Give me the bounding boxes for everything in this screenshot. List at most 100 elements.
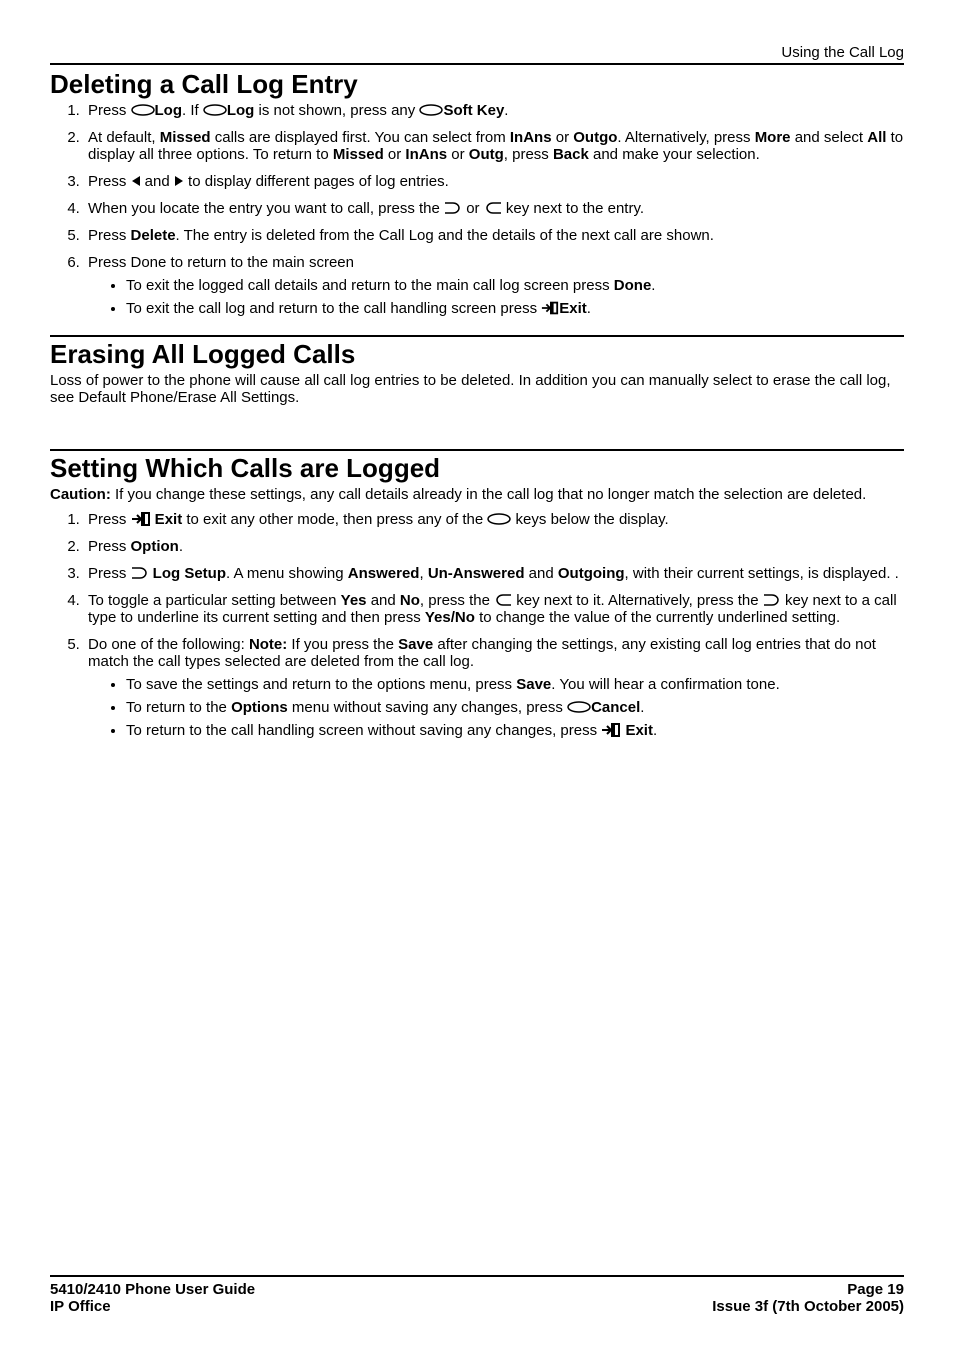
step: Press and to display different pages of … (84, 173, 904, 190)
text: . (651, 277, 655, 294)
text: Caution: (50, 486, 111, 503)
text: No (400, 592, 420, 609)
text: menu without saving any changes, press (288, 699, 567, 716)
right-triangle-icon (174, 175, 184, 187)
left-half-key-icon (484, 202, 502, 214)
footer-page: Page 19 (712, 1281, 904, 1298)
text: . If (182, 102, 203, 119)
text: Back (553, 146, 589, 163)
text: Press (88, 227, 131, 244)
softkey-icon (419, 104, 443, 116)
text: Answered (348, 565, 420, 582)
section-title-erasing: Erasing All Logged Calls (50, 339, 904, 370)
text: At default, (88, 129, 160, 146)
text: . Alternatively, press (617, 129, 754, 146)
text: and (525, 565, 558, 582)
text: All (867, 129, 886, 146)
section-title-deleting: Deleting a Call Log Entry (50, 69, 904, 100)
paragraph: Loss of power to the phone will cause al… (50, 372, 904, 406)
page-footer: 5410/2410 Phone User Guide IP Office Pag… (50, 1275, 904, 1315)
text: Save (516, 676, 551, 693)
text: Outgo (573, 129, 617, 146)
text: , press the (420, 592, 494, 609)
text: If you change these settings, any call d… (111, 486, 866, 503)
step: Do one of the following: Note: If you pr… (84, 636, 904, 739)
right-half-key-icon (763, 594, 781, 606)
text: is not shown, press any (254, 102, 419, 119)
setting-steps: Press Exit to exit any other mode, then … (84, 511, 904, 739)
text: When you locate the entry you want to ca… (88, 200, 444, 217)
text: InAns (510, 129, 552, 146)
text: . (504, 102, 508, 119)
text: and make your selection. (589, 146, 760, 163)
list-item: To exit the call log and return to the c… (126, 300, 904, 317)
text: Option (131, 538, 179, 555)
text: InAns (405, 146, 447, 163)
substeps: To save the settings and return to the o… (126, 676, 904, 739)
text: Outgoing (558, 565, 625, 582)
text: To return to the (126, 699, 231, 716)
text: calls are displayed first. You can selec… (211, 129, 510, 146)
list-item: To exit the logged call details and retu… (126, 277, 904, 294)
text: Save (398, 636, 433, 653)
section-title-setting: Setting Which Calls are Logged (50, 453, 904, 484)
text: . You will hear a confirmation tone. (551, 676, 779, 693)
chapter-header: Using the Call Log (50, 44, 904, 65)
step: Press Log. If Log is not shown, press an… (84, 102, 904, 119)
text: More (755, 129, 791, 146)
footer-right: Page 19 Issue 3f (7th October 2005) (712, 1281, 904, 1315)
softkey-icon (567, 701, 591, 713)
text: Press Done to return to the main screen (88, 254, 354, 271)
text: and (367, 592, 400, 609)
text: or (447, 146, 469, 163)
step: Press Done to return to the main screen … (84, 254, 904, 317)
deleting-steps: Press Log. If Log is not shown, press an… (84, 102, 904, 317)
text: Yes (341, 592, 367, 609)
text: Log (227, 102, 255, 119)
text: To exit the logged call details and retu… (126, 277, 614, 294)
step: Press Delete. The entry is deleted from … (84, 227, 904, 244)
right-half-key-icon (444, 202, 462, 214)
text: . (640, 699, 644, 716)
text: Options (231, 699, 288, 716)
left-half-key-icon (494, 594, 512, 606)
text: . The entry is deleted from the Call Log… (176, 227, 714, 244)
step: Press Log Setup. A menu showing Answered… (84, 565, 904, 582)
exit-icon (131, 512, 151, 526)
text: . (587, 300, 591, 317)
text: To return to the call handling screen wi… (126, 722, 601, 739)
left-triangle-icon (131, 175, 141, 187)
text: to display different pages of log entrie… (184, 173, 449, 190)
text: Do one of the following: (88, 636, 249, 653)
step: At default, Missed calls are displayed f… (84, 129, 904, 163)
text: Exit (621, 722, 653, 739)
text: , press (504, 146, 553, 163)
list-item: To return to the call handling screen wi… (126, 722, 904, 739)
text: keys below the display. (511, 511, 668, 528)
text: or (462, 200, 484, 217)
text: Press (88, 538, 131, 555)
text: , with their current settings, is displa… (625, 565, 899, 582)
substeps: To exit the logged call details and retu… (126, 277, 904, 317)
text: . (653, 722, 657, 739)
step: To toggle a particular setting between Y… (84, 592, 904, 626)
text: to exit any other mode, then press any o… (182, 511, 487, 528)
text: Missed (160, 129, 211, 146)
text: and (141, 173, 174, 190)
text: Soft Key (443, 102, 504, 119)
text: To save the settings and return to the o… (126, 676, 516, 693)
step: Press Option. (84, 538, 904, 555)
text: Missed (333, 146, 384, 163)
text: Delete (131, 227, 176, 244)
text: . (179, 538, 183, 555)
text: Log Setup (149, 565, 227, 582)
exit-icon (601, 723, 621, 737)
softkey-icon (131, 104, 155, 116)
text: Done (614, 277, 652, 294)
text: To toggle a particular setting between (88, 592, 341, 609)
footer-left: 5410/2410 Phone User Guide IP Office (50, 1281, 255, 1315)
text: Exit (151, 511, 183, 528)
step: When you locate the entry you want to ca… (84, 200, 904, 217)
text: Note: (249, 636, 287, 653)
text: to change the value of the currently und… (475, 609, 840, 626)
